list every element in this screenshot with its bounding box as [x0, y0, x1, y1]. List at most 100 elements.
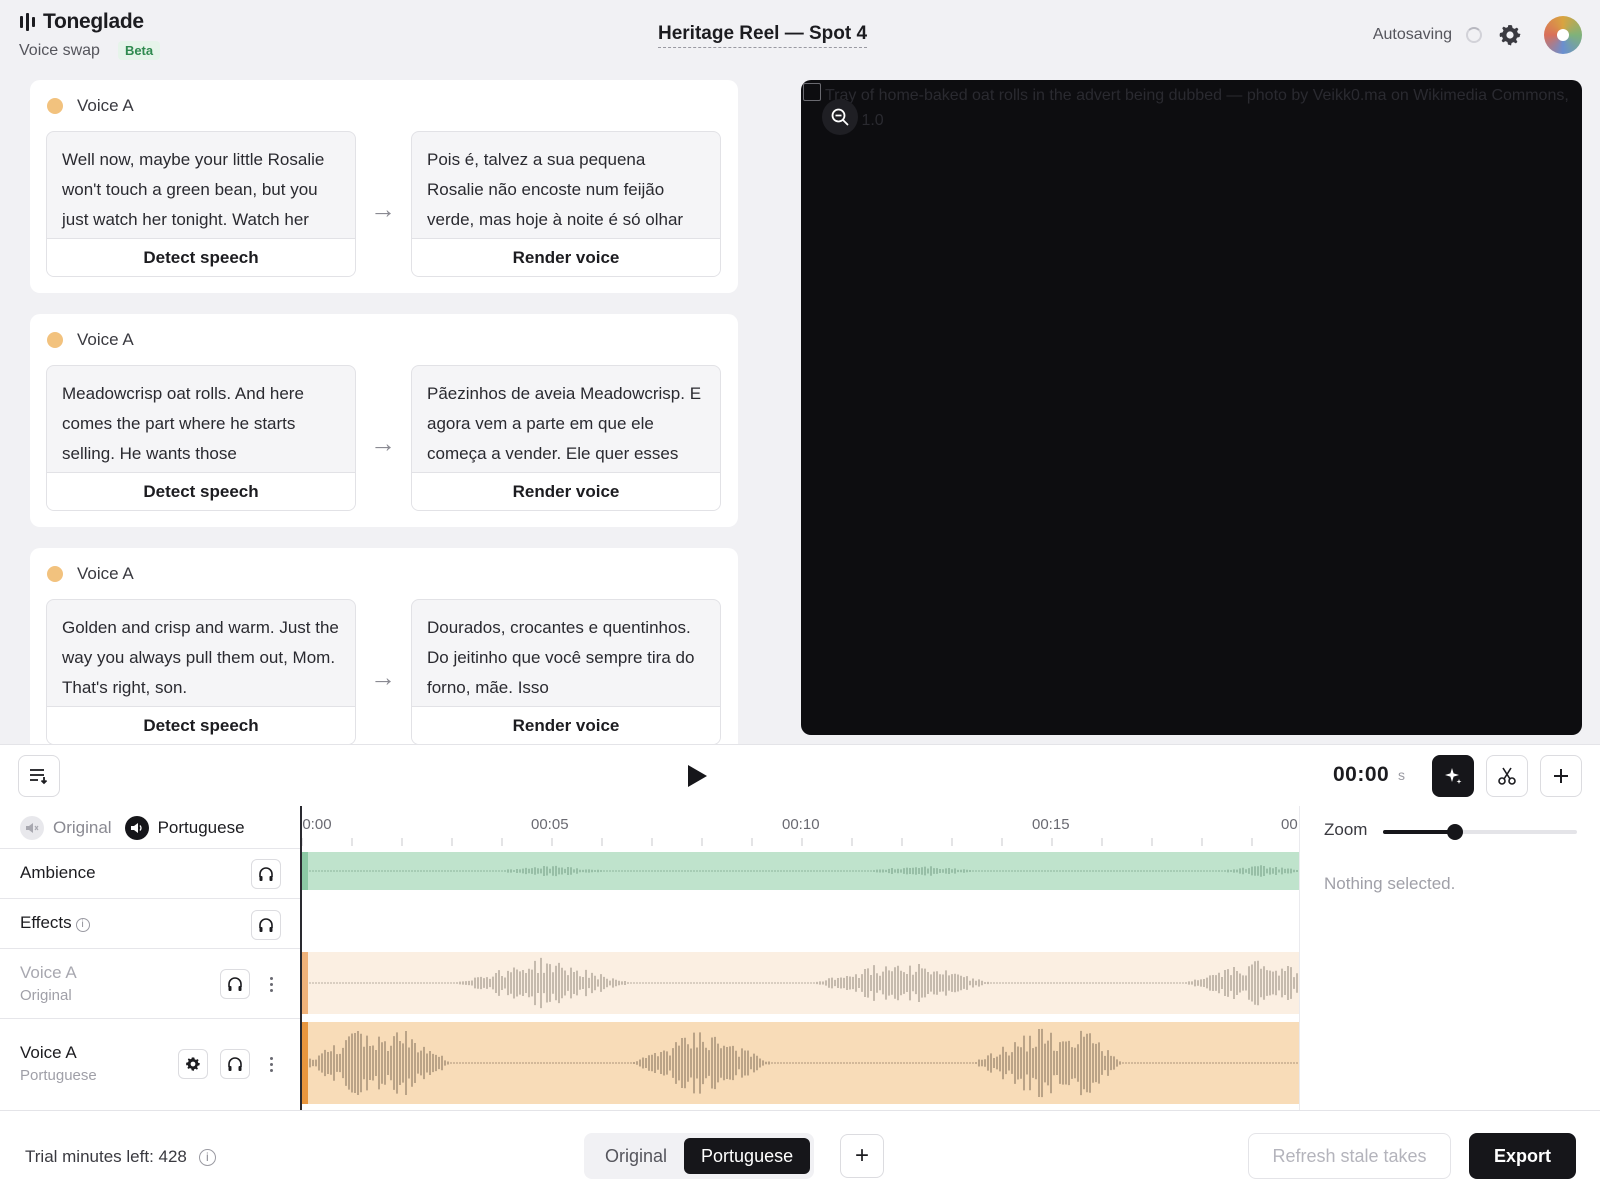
clip-handle[interactable]	[302, 852, 308, 890]
lane-voice-portuguese[interactable]	[302, 1022, 1299, 1104]
track-subtitle: Original	[20, 987, 72, 1004]
segment-card: Voice A Golden and crisp and warm. Just …	[30, 548, 738, 744]
segment-list: Voice A Well now, maybe your little Rosa…	[30, 80, 738, 744]
add-button[interactable]	[1540, 755, 1582, 797]
gear-icon[interactable]	[1496, 21, 1524, 49]
speaker-dot-icon	[47, 332, 63, 348]
waveform-ambience	[309, 865, 1298, 877]
beta-badge: Beta	[117, 41, 161, 60]
headphones-icon[interactable]	[251, 910, 281, 940]
track-settings-gear-icon[interactable]	[178, 1049, 208, 1079]
zoom-slider-fill	[1383, 830, 1455, 834]
scissors-icon	[1498, 767, 1516, 785]
source-text[interactable]: Golden and crisp and warm. Just the way …	[47, 600, 355, 707]
play-button[interactable]	[683, 763, 711, 791]
track-voice-a-portuguese: Voice A Portuguese	[0, 1018, 300, 1110]
selection-status: Nothing selected.	[1324, 874, 1456, 893]
render-voice-button[interactable]: Render voice	[412, 472, 720, 510]
track-name: Voice A	[20, 1043, 77, 1062]
track-lanes[interactable]: 00:00 00:05 00:10 00:15 00:20	[300, 806, 1299, 1110]
source-transcript: Meadowcrisp oat rolls. And here comes th…	[46, 365, 356, 511]
header-actions: Autosaving	[1373, 16, 1582, 54]
track-voice-a-original: Voice A Original	[0, 948, 300, 1018]
segment-header: Voice A	[47, 96, 134, 116]
segment-card: Voice A Meadowcrisp oat rolls. And here …	[30, 314, 738, 527]
source-text[interactable]: Meadowcrisp oat rolls. And here comes th…	[47, 366, 355, 473]
queue-button[interactable]	[18, 755, 60, 797]
arrow-right-icon: →	[370, 662, 396, 692]
timecode: 00:00	[1333, 763, 1390, 786]
clip-handle[interactable]	[302, 1022, 308, 1104]
sparkle-icon	[1445, 768, 1462, 784]
info-icon[interactable]: i	[198, 1148, 216, 1166]
clip-handle[interactable]	[302, 952, 308, 1014]
brand-name: Toneglade	[43, 10, 144, 33]
headphones-icon[interactable]	[220, 1049, 250, 1079]
render-voice-button[interactable]: Render voice	[412, 706, 720, 744]
speaker-muted-icon[interactable]	[20, 816, 44, 840]
project-title[interactable]: Heritage Reel — Spot 4	[658, 23, 868, 48]
source-transcript: Golden and crisp and warm. Just the way …	[46, 599, 356, 744]
autosave-spinner-icon	[1466, 27, 1482, 43]
trial-status: Trial minutes left: 428 i	[25, 1147, 216, 1167]
brand: Toneglade	[20, 10, 144, 34]
play-icon	[688, 765, 707, 787]
timecode-unit: s	[1398, 767, 1405, 783]
source-transcript: Well now, maybe your little Rosalie won'…	[46, 131, 356, 277]
split-button[interactable]	[1486, 755, 1528, 797]
segment-header: Voice A	[47, 564, 134, 584]
render-voice-button[interactable]: Render voice	[412, 238, 720, 276]
magic-button[interactable]	[1432, 755, 1474, 797]
tab-portuguese[interactable]: Portuguese	[684, 1138, 811, 1174]
speaker-label: Voice A	[77, 96, 134, 115]
detect-speech-button[interactable]: Detect speech	[47, 238, 355, 276]
language-tabs: Original Portuguese	[584, 1133, 815, 1179]
headphones-icon[interactable]	[251, 859, 281, 889]
more-options-icon[interactable]	[264, 969, 278, 999]
export-button[interactable]: Export	[1469, 1133, 1576, 1179]
zoom-slider[interactable]	[1383, 824, 1577, 840]
transport-bar: 00:00 s	[0, 744, 1600, 806]
speaker-on-icon[interactable]	[124, 816, 149, 840]
speaker-label: Voice A	[77, 330, 134, 349]
original-language-label[interactable]: Original	[53, 818, 112, 838]
tab-original[interactable]: Original	[588, 1138, 684, 1174]
track-name: Voice A	[20, 963, 77, 982]
info-icon[interactable]: i	[75, 917, 90, 932]
user-avatar[interactable]	[1544, 16, 1582, 54]
refresh-stale-takes-button[interactable]: Refresh stale takes	[1248, 1133, 1451, 1179]
time-ruler[interactable]: 00:00 00:05 00:10 00:15 00:20	[302, 806, 1299, 848]
track-ambience: Ambience	[0, 848, 300, 898]
detect-speech-button[interactable]: Detect speech	[47, 472, 355, 510]
add-language-button[interactable]: +	[840, 1134, 884, 1178]
waveform-voice-original	[309, 957, 1298, 1009]
brand-subtitle: Voice swap Beta	[19, 41, 161, 60]
target-language-label[interactable]: Portuguese	[158, 818, 245, 838]
source-text[interactable]: Well now, maybe your little Rosalie won'…	[47, 132, 355, 239]
track-subtitle: Portuguese	[20, 1067, 97, 1084]
headphones-icon[interactable]	[220, 969, 250, 999]
brand-logo-icon	[20, 13, 35, 31]
zoom-slider-knob[interactable]	[1446, 824, 1463, 840]
autosave-status: Autosaving	[1372, 26, 1452, 43]
inspector-panel: Zoom Nothing selected.	[1299, 806, 1600, 1110]
video-preview[interactable]: Tray of home-baked oat rolls in the adve…	[801, 80, 1582, 735]
arrow-right-icon: →	[370, 194, 396, 224]
segment-card: Voice A Well now, maybe your little Rosa…	[30, 80, 738, 293]
speaker-dot-icon	[47, 566, 63, 582]
timeline: Original Portuguese Ambience Effects i Vo…	[0, 806, 1600, 1110]
target-translation: Pãezinhos de aveia Meadowcrisp. E agora …	[411, 365, 721, 511]
lane-ambience[interactable]	[302, 852, 1299, 890]
zoom-out-button[interactable]	[822, 99, 858, 135]
lane-voice-original[interactable]	[302, 952, 1299, 1014]
detect-speech-button[interactable]: Detect speech	[47, 706, 355, 744]
arrow-right-icon: →	[370, 428, 396, 458]
more-options-icon[interactable]	[264, 1049, 278, 1079]
target-text[interactable]: Pois é, talvez a sua pequena Rosalie não…	[412, 132, 720, 239]
track-name-text: Effects	[20, 913, 72, 932]
mode-label: Voice swap	[19, 41, 100, 59]
target-text[interactable]: Dourados, crocantes e quentinhos. Do jei…	[412, 600, 720, 707]
speaker-dot-icon	[47, 98, 63, 114]
target-text[interactable]: Pãezinhos de aveia Meadowcrisp. E agora …	[412, 366, 720, 473]
ruler-ticks	[302, 838, 1253, 846]
